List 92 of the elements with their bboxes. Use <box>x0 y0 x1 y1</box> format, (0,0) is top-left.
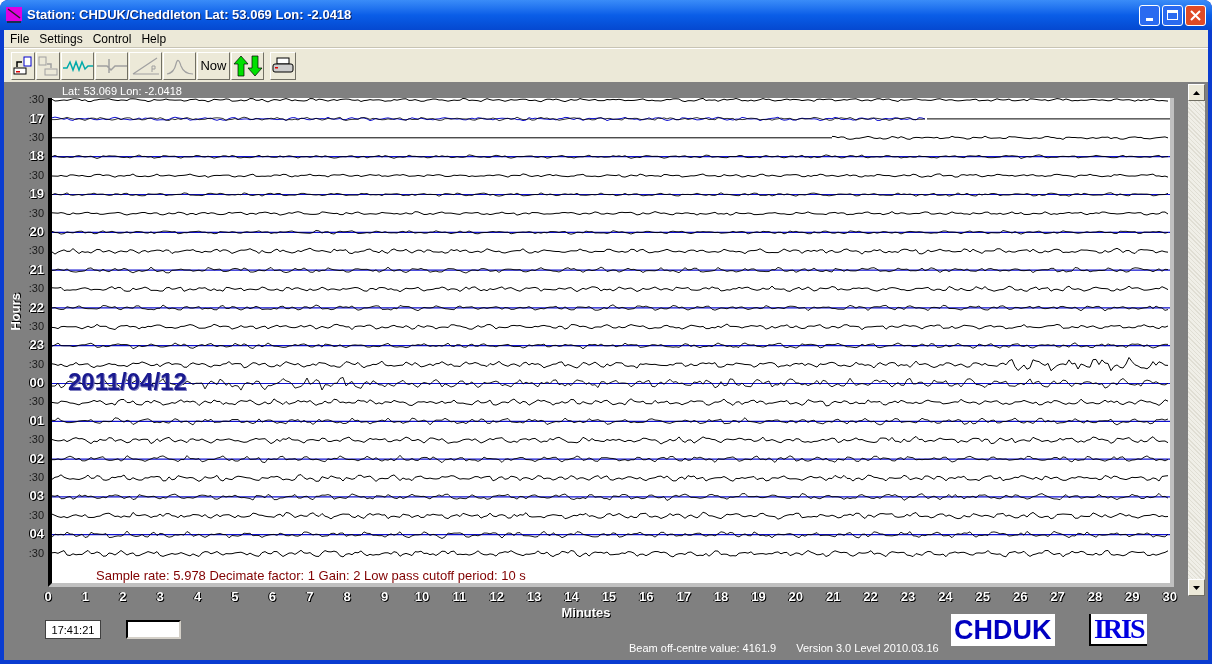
hour-label: :30 <box>28 281 44 297</box>
minute-label: 23 <box>900 587 916 606</box>
minimize-button[interactable] <box>1139 4 1160 26</box>
hour-label: 04 <box>29 525 44 544</box>
minute-label: 5 <box>231 587 239 606</box>
minute-label: 7 <box>306 587 314 606</box>
toolbar-button[interactable] <box>61 51 94 80</box>
hour-label: :30 <box>28 470 44 485</box>
minute-label: 16 <box>639 587 654 606</box>
minute-label: 11 <box>452 587 467 606</box>
minute-label: 19 <box>751 587 766 606</box>
minute-label: 20 <box>788 587 804 606</box>
hour-label: 02 <box>29 449 44 468</box>
copy-file-icon <box>38 55 58 76</box>
minute-label: 0 <box>44 587 52 606</box>
hour-label: :30 <box>28 92 44 108</box>
hour-label: :30 <box>28 205 44 221</box>
x-axis-title: Minutes <box>561 606 611 621</box>
hour-label: :30 <box>28 167 44 183</box>
now-button[interactable]: Now <box>197 51 230 80</box>
menu-item[interactable]: Help <box>137 29 171 48</box>
window-title: Station: CHDUK/Cheddleton Lat: 53.069 Lon: -2.0418 <box>27 6 352 25</box>
hour-label: 03 <box>29 487 44 506</box>
minute-label: 13 <box>526 587 542 606</box>
minute-label: 26 <box>1012 587 1028 606</box>
minute-label: 21 <box>825 587 841 606</box>
open-file-icon <box>13 55 33 76</box>
hour-label: 22 <box>29 298 44 317</box>
minute-label: 29 <box>1125 587 1140 606</box>
hour-label: 20 <box>29 222 44 241</box>
minute-label: 18 <box>713 587 729 606</box>
hour-label: :30 <box>28 545 44 561</box>
down-arrow-icon <box>1193 585 1200 590</box>
maximize-button[interactable] <box>1162 4 1183 26</box>
minute-label: 17 <box>676 587 691 606</box>
minute-label: 6 <box>268 587 276 606</box>
close-button[interactable] <box>1185 4 1206 26</box>
hour-label: :30 <box>28 129 44 145</box>
station-logo: CHDUK <box>950 614 1055 647</box>
hour-label: :30 <box>28 356 44 372</box>
time-field: 17:41:21 <box>45 620 101 640</box>
close-icon <box>1190 9 1201 21</box>
app-icon <box>6 7 22 23</box>
hour-label: 00 <box>29 374 44 393</box>
hour-label: :30 <box>28 507 44 523</box>
maximize-icon <box>1167 10 1178 20</box>
toolbar-button[interactable] <box>270 51 296 80</box>
y-axis-title: Hours <box>7 291 25 332</box>
minute-label: 1 <box>81 587 89 606</box>
acquisition-info: Sample rate: 5.978 Decimate factor: 1 Gain: 2 Low pass cutoff period: 10 s <box>96 566 526 583</box>
hour-label: 18 <box>29 147 44 166</box>
minute-label: 4 <box>193 587 202 606</box>
hour-label: 01 <box>29 411 44 430</box>
up-down-arrows-icon <box>232 54 263 77</box>
menu-item[interactable]: Control <box>88 29 136 48</box>
printer-icon <box>272 56 294 75</box>
network-logo: IRIS <box>1088 614 1147 647</box>
hour-label: 19 <box>29 185 44 204</box>
hour-label: 23 <box>29 336 44 355</box>
toolbar-button[interactable] <box>11 51 35 80</box>
hour-label: :30 <box>28 243 44 259</box>
version-label: Version 3.0 Level 2010.03.16 <box>796 641 939 657</box>
minute-label: 28 <box>1087 587 1103 606</box>
coordinates-label: Lat: 53.069 Lon: -2.0418 <box>62 83 182 98</box>
hour-label: 21 <box>29 260 44 279</box>
minute-label: 30 <box>1162 587 1177 606</box>
ramp-icon <box>131 55 160 76</box>
minute-label: 27 <box>1050 587 1065 606</box>
minute-label: 15 <box>601 587 617 606</box>
hour-label: :30 <box>28 318 44 334</box>
menu-item[interactable]: File <box>6 29 34 48</box>
minute-label: 14 <box>564 587 579 606</box>
minute-label: 25 <box>975 587 990 606</box>
minute-label: 10 <box>414 587 430 606</box>
minute-label: 22 <box>863 587 878 606</box>
minute-label: 2 <box>119 587 127 606</box>
empty-field <box>126 620 181 640</box>
beam-value-label: Beam off-centre value: 4161.9 <box>629 641 777 657</box>
minute-label: 12 <box>489 587 504 606</box>
minute-label: 24 <box>938 587 953 606</box>
minute-label: 9 <box>380 587 389 606</box>
minimize-icon <box>1146 17 1153 21</box>
minute-label: 3 <box>156 587 164 606</box>
scroll-up-button[interactable] <box>1188 84 1205 101</box>
menu-item[interactable]: Settings <box>35 29 87 48</box>
scroll-down-button[interactable] <box>1188 579 1205 596</box>
hour-label: :30 <box>28 432 44 448</box>
hour-label: :30 <box>28 394 44 410</box>
toolbar-button[interactable] <box>231 51 264 80</box>
up-arrow-icon <box>1193 90 1200 95</box>
hour-label: 17 <box>29 109 44 128</box>
minute-label: 8 <box>343 587 351 606</box>
